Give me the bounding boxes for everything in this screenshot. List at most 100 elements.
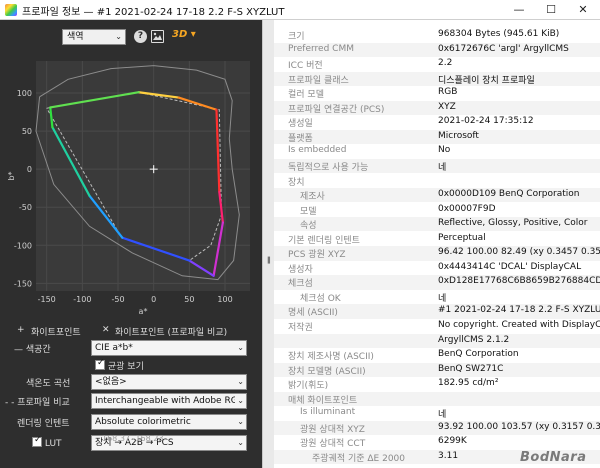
- colorspace-label: — 색공간: [14, 345, 51, 355]
- image-icon[interactable]: [151, 30, 164, 43]
- property-row[interactable]: Is embedded No: [274, 144, 600, 158]
- checkbox-icon[interactable]: [32, 435, 42, 447]
- property-row[interactable]: 기본 렌더링 인텐트 Perceptual: [274, 232, 600, 246]
- y-tick-label: -50: [19, 203, 32, 212]
- property-row[interactable]: Is illuminant 네: [274, 406, 600, 420]
- maximize-button[interactable]: ☐: [535, 0, 567, 20]
- gamut-mode-label: 색역: [67, 32, 84, 42]
- whitepoint-compare-legend-label: 화이트포인트 (프로파일 비교): [115, 328, 228, 338]
- property-value: 디스플레이 장치 프로파일: [438, 75, 535, 86]
- help-icon[interactable]: ?: [134, 30, 147, 43]
- checkbox-icon[interactable]: [95, 358, 105, 370]
- gamut-mode-select[interactable]: 색역 ⌄: [62, 29, 126, 45]
- colorspace-row: — 색공간 CIE a*b* ⌄: [0, 339, 262, 357]
- x-tick-label: 50: [184, 295, 194, 304]
- property-row[interactable]: 독립적으로 사용 가능 네: [274, 158, 600, 174]
- property-key: 독립적으로 사용 가능: [288, 162, 369, 173]
- 3d-view-label: 3D: [172, 29, 188, 40]
- property-key: 크기: [288, 32, 305, 42]
- property-value: Reflective, Glossy, Positive, Color: [438, 218, 588, 229]
- property-key: 주광궤적 기준 ΔE 2000: [312, 453, 406, 464]
- property-key: 장치 제조사명 (ASCII): [288, 352, 374, 363]
- property-row[interactable]: 명세 (ASCII) #1 2021-02-24 17-18 2.2 F-S XY…: [274, 304, 600, 319]
- property-row[interactable]: 밝기(휘도) 182.95 cd/m²: [274, 377, 600, 391]
- tone-curve-label: 색온도 곡선: [26, 379, 71, 389]
- x-tick-label: -100: [73, 295, 91, 304]
- gridlines-checkbox[interactable]: 균광 보기: [95, 358, 144, 372]
- property-row[interactable]: Preferred CMM 0x6172676C 'argl' ArgyllCMS: [274, 42, 600, 57]
- property-row[interactable]: 플랫폼 Microsoft: [274, 129, 600, 145]
- property-row[interactable]: 체크섬 OK 네: [274, 290, 600, 304]
- x-tick-label: 100: [217, 295, 232, 304]
- whitepoint-legend: + 화이트포인트 ✕ 화이트포인트 (프로파일 비교): [0, 323, 262, 339]
- property-value: ArgyllCMS 2.1.2: [438, 334, 510, 345]
- splitter-handle-icon[interactable]: ❚: [266, 256, 272, 264]
- property-row[interactable]: 장치 모델명 (ASCII) BenQ SW271C: [274, 362, 600, 377]
- property-key: 밝기(휘도): [288, 381, 329, 392]
- property-key: 플랫폼: [288, 133, 313, 144]
- compare-profile-select[interactable]: Interchangeable with Adobe RGB (1998) ⌄: [91, 393, 247, 409]
- chevron-down-icon: ⌄: [235, 415, 244, 429]
- cursor-coordinates: 168.37 -168.23: [102, 434, 164, 443]
- y-tick-label: -150: [14, 279, 32, 288]
- property-row[interactable]: 생성자 0x4443414C 'DCAL' DisplayCAL: [274, 261, 600, 275]
- property-key: 컬러 모델: [288, 90, 324, 101]
- property-row[interactable]: 크기 968304 Bytes (945.61 KiB): [274, 28, 600, 42]
- property-row[interactable]: ICC 버전 2.2: [274, 57, 600, 71]
- property-key: ICC 버전: [288, 61, 323, 72]
- x-tick-label: -150: [38, 295, 56, 304]
- property-row[interactable]: 저작권 No copyright. Created with DisplayCAL: [274, 319, 600, 333]
- 3d-view-button[interactable]: 3D ▾: [172, 29, 196, 40]
- colorspace-select[interactable]: CIE a*b* ⌄: [91, 340, 247, 356]
- watermark: BodNara: [520, 450, 587, 465]
- property-value: 2.2: [438, 58, 453, 69]
- property-key: 광원 상대적 CCT: [300, 439, 366, 450]
- x-axis-label: a*: [139, 307, 148, 316]
- property-value: 네: [438, 293, 447, 304]
- intent-select[interactable]: Absolute colorimetric ⌄: [91, 414, 247, 430]
- gridlines-row: 균광 보기: [0, 356, 262, 374]
- property-row[interactable]: 매체 화이트포인트: [274, 391, 600, 407]
- whitepoint-compare-marker-icon: ✕: [102, 325, 110, 335]
- property-value: 0x00007F9D: [438, 203, 496, 214]
- property-key: 모델: [300, 206, 317, 217]
- property-row[interactable]: 광원 상대적 XYZ 93.92 100.00 103.57 (xy 0.3157…: [274, 420, 600, 436]
- y-tick-label: -100: [14, 241, 32, 250]
- property-row[interactable]: 프로파일 연결공간 (PCS) XYZ: [274, 100, 600, 116]
- property-value: 네: [438, 410, 447, 421]
- property-key: 체크섬: [288, 279, 313, 290]
- property-row[interactable]: 속성 Reflective, Glossy, Positive, Color: [274, 217, 600, 232]
- property-row[interactable]: 제조사 0x0000D109 BenQ Corporation: [274, 188, 600, 203]
- property-row[interactable]: ArgyllCMS 2.1.2: [274, 333, 600, 348]
- property-row[interactable]: 모델 0x00007F9D: [274, 203, 600, 217]
- property-row[interactable]: PCS 광원 XYZ 96.42 100.00 82.49 (xy 0.3457 …: [274, 246, 600, 261]
- property-key: 장치: [288, 177, 305, 188]
- property-value: 182.95 cd/m²: [438, 378, 499, 389]
- property-key: 프로파일 연결공간 (PCS): [288, 104, 385, 115]
- property-row[interactable]: 광원 상대적 CCT 6299K: [274, 435, 600, 449]
- close-button[interactable]: ✕: [567, 0, 599, 20]
- intent-label: 렌더링 인텐트: [17, 419, 70, 429]
- property-value: BenQ SW271C: [438, 363, 504, 374]
- property-row[interactable]: 체크섬 0xD128E17768C6B8659B276884CD5E: [274, 275, 600, 290]
- property-row[interactable]: 프로파일 클래스 디스플레이 장치 프로파일: [274, 71, 600, 86]
- whitepoint-legend-label: 화이트포인트: [31, 328, 81, 338]
- chevron-down-icon: ⌄: [235, 436, 244, 450]
- property-row[interactable]: 생성일 2021-02-24 17:35:12: [274, 115, 600, 129]
- title-bar: 프로파일 정보 — #1 2021-02-24 17-18 2.2 F-S XY…: [0, 0, 600, 20]
- tone-curve-select[interactable]: <없음> ⌄: [91, 374, 247, 390]
- x-tick-label: 0: [151, 295, 156, 304]
- property-row[interactable]: 장치: [274, 174, 600, 188]
- property-key: 명세 (ASCII): [288, 308, 338, 319]
- property-row[interactable]: 장치 제조사명 (ASCII) BenQ Corporation: [274, 348, 600, 362]
- property-row[interactable]: 컬러 모델 RGB: [274, 86, 600, 100]
- panel-splitter[interactable]: ❚: [262, 20, 274, 468]
- minimize-button[interactable]: —: [503, 0, 535, 20]
- lut-checkbox[interactable]: LUT: [32, 435, 62, 449]
- gamut-plot-svg: -150 -100 -50 0 50 100 -150 -100 -50 0 50 100 a* b*: [7, 61, 250, 316]
- property-value: RGB: [438, 87, 458, 98]
- property-value: 2021-02-24 17:35:12: [438, 116, 534, 127]
- property-key: 제조사: [300, 192, 325, 203]
- property-key: PCS 광원 XYZ: [288, 250, 346, 261]
- compare-label: - - 프로파일 비교: [5, 398, 70, 408]
